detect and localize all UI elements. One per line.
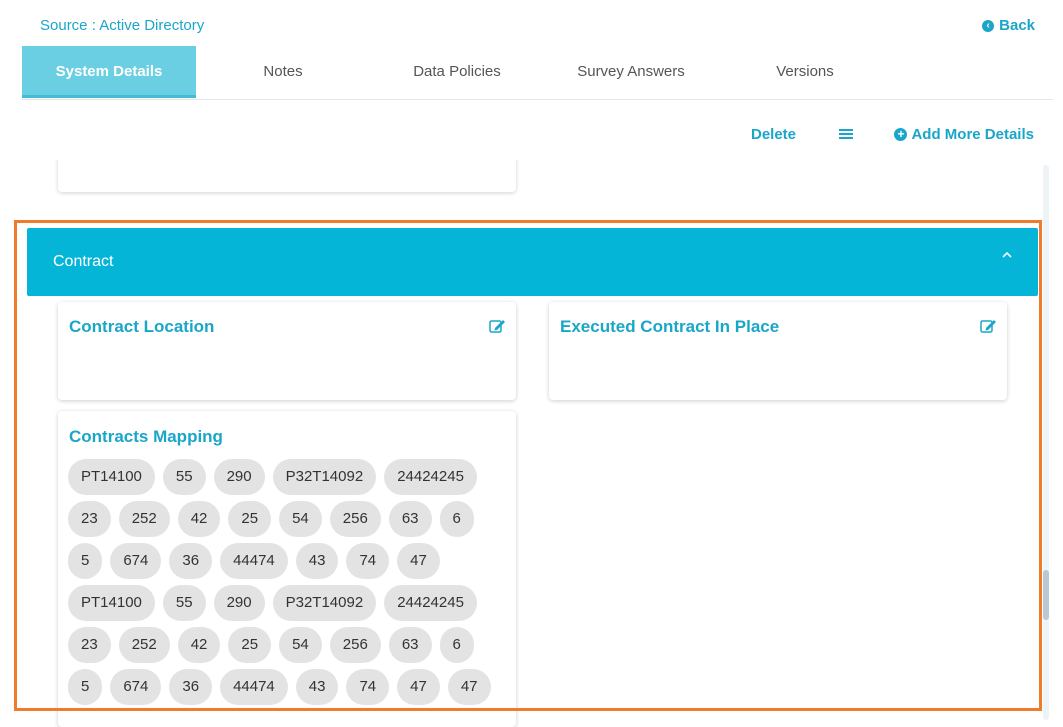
- mapping-tag[interactable]: 252: [118, 627, 170, 663]
- mapping-tag[interactable]: 25: [228, 627, 272, 663]
- back-button[interactable]: ‹ Back: [982, 17, 1035, 34]
- pill-row: PT14100 55 290 P32T14092 24424245: [68, 585, 508, 621]
- mapping-tag[interactable]: 6: [439, 627, 474, 663]
- scrollbar-thumb[interactable]: [1043, 570, 1049, 620]
- tab-system-details[interactable]: System Details: [22, 46, 196, 98]
- mapping-tag[interactable]: 44474: [220, 669, 288, 705]
- tab-survey-answers[interactable]: Survey Answers: [544, 46, 718, 98]
- scrollbar-track[interactable]: [1043, 165, 1049, 720]
- mapping-tag[interactable]: 43: [295, 543, 339, 579]
- mapping-tag[interactable]: 63: [388, 627, 432, 663]
- mapping-tag[interactable]: 23: [68, 501, 111, 537]
- tab-versions[interactable]: Versions: [718, 46, 892, 98]
- mapping-tag[interactable]: 5: [68, 543, 103, 579]
- executed-contract-card: Executed Contract In Place: [549, 302, 1007, 400]
- mapping-tag[interactable]: 44474: [220, 543, 288, 579]
- mapping-tag[interactable]: 54: [279, 627, 322, 663]
- tab-data-policies[interactable]: Data Policies: [370, 46, 544, 98]
- contracts-mapping-list: PT14100 55 290 P32T14092 24424245 23 252 42 25 54…: [68, 459, 508, 711]
- section-title: Contract: [53, 253, 114, 270]
- back-label: Back: [999, 17, 1035, 34]
- mapping-tag[interactable]: 74: [346, 543, 390, 579]
- pill-row: 5 674 36 44474 43 74 47: [68, 543, 508, 579]
- contracts-mapping-card: Contracts Mapping PT14100 55 290 P32T14092 2…: [58, 411, 516, 727]
- mapping-tag[interactable]: 63: [388, 501, 432, 537]
- edit-icon[interactable]: [980, 318, 997, 338]
- mapping-tag[interactable]: 47: [447, 669, 491, 705]
- tab-notes[interactable]: Notes: [196, 46, 370, 98]
- menu-icon[interactable]: [838, 126, 854, 142]
- mapping-tag[interactable]: 55: [162, 459, 206, 495]
- mapping-tag[interactable]: 256: [329, 627, 381, 663]
- mapping-tag[interactable]: 24424245: [384, 459, 477, 495]
- mapping-tag[interactable]: PT14100: [68, 585, 155, 621]
- mapping-tag[interactable]: 5: [68, 669, 103, 705]
- chevron-up-icon[interactable]: [1000, 248, 1014, 267]
- contracts-mapping-title: Contracts Mapping: [69, 427, 223, 446]
- contract-location-title: Contract Location: [69, 317, 215, 336]
- contract-section-header[interactable]: Contract: [27, 228, 1038, 296]
- pill-row: 5 674 36 44474 43 74 47 47: [68, 669, 508, 705]
- mapping-tag[interactable]: 54: [279, 501, 322, 537]
- mapping-tag[interactable]: 674: [110, 669, 162, 705]
- add-more-details-label: Add More Details: [911, 126, 1034, 143]
- mapping-tag[interactable]: 42: [177, 501, 221, 537]
- chevron-left-icon: ‹: [982, 19, 995, 32]
- mapping-tag[interactable]: 290: [213, 459, 265, 495]
- mapping-tag[interactable]: 36: [169, 669, 213, 705]
- plus-circle-icon: +: [894, 128, 908, 141]
- mapping-tag[interactable]: 47: [397, 543, 440, 579]
- mapping-tag[interactable]: PT14100: [68, 459, 155, 495]
- mapping-tag[interactable]: 36: [169, 543, 213, 579]
- pill-row: PT14100 55 290 P32T14092 24424245: [68, 459, 508, 495]
- source-label: Source : Active Directory: [40, 17, 205, 34]
- mapping-tag[interactable]: 24424245: [384, 585, 477, 621]
- pill-row: 23 252 42 25 54 256 63 6: [68, 627, 508, 663]
- edit-icon[interactable]: [489, 318, 506, 338]
- mapping-tag[interactable]: 47: [397, 669, 440, 705]
- previous-card: [58, 160, 516, 192]
- mapping-tag[interactable]: 290: [213, 585, 265, 621]
- mapping-tag[interactable]: P32T14092: [272, 585, 377, 621]
- mapping-tag[interactable]: 6: [439, 501, 474, 537]
- mapping-tag[interactable]: 252: [118, 501, 170, 537]
- mapping-tag[interactable]: 42: [177, 627, 221, 663]
- delete-button[interactable]: Delete: [751, 126, 796, 143]
- contract-location-card: Contract Location: [58, 302, 516, 400]
- mapping-tag[interactable]: 43: [295, 669, 339, 705]
- mapping-tag[interactable]: 74: [346, 669, 390, 705]
- tab-bar: System Details Notes Data Policies Surve…: [22, 46, 1053, 100]
- mapping-tag[interactable]: 25: [228, 501, 272, 537]
- mapping-tag[interactable]: P32T14092: [272, 459, 377, 495]
- mapping-tag[interactable]: 23: [68, 627, 111, 663]
- executed-contract-title: Executed Contract In Place: [560, 317, 780, 336]
- add-more-details-button[interactable]: + Add More Details: [894, 126, 1034, 143]
- mapping-tag[interactable]: 674: [110, 543, 162, 579]
- mapping-tag[interactable]: 256: [329, 501, 381, 537]
- pill-row: 23 252 42 25 54 256 63 6: [68, 501, 508, 537]
- mapping-tag[interactable]: 55: [162, 585, 206, 621]
